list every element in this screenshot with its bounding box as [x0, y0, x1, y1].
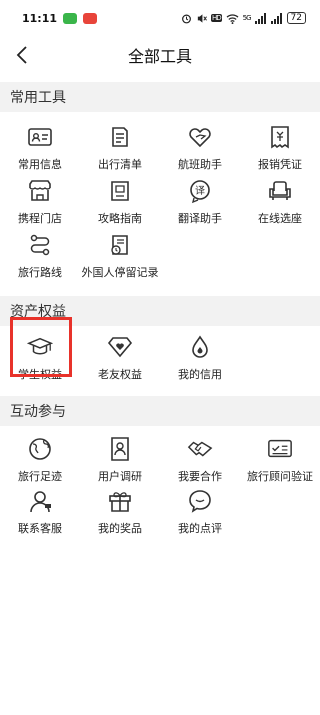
message-app-icon [63, 12, 78, 24]
seat-icon [267, 178, 293, 204]
tool-label: 外国人停留记录 [81, 266, 159, 279]
tool-label: 攻略指南 [98, 212, 142, 225]
tool-label: 常用信息 [18, 158, 62, 171]
signal-type: 5G [242, 14, 252, 22]
tool-reimbursement[interactable]: 报销凭证 [240, 120, 320, 172]
advisor-verify-icon [267, 436, 293, 462]
tool-advisor-verification[interactable]: 旅行顾问验证 [240, 432, 320, 484]
highlight-box [10, 317, 72, 377]
section-header-interaction: 互动参与 [0, 396, 320, 426]
tool-label: 旅行路线 [18, 266, 62, 279]
diamond-heart-icon [107, 334, 133, 360]
checklist-icon [107, 124, 133, 150]
plane-heart-icon [187, 124, 213, 150]
tool-label: 出行清单 [98, 158, 142, 171]
tool-translate[interactable]: 译 翻译助手 [160, 174, 240, 226]
page-title: 全部工具 [127, 47, 192, 66]
tool-label: 旅行顾问验证 [247, 470, 313, 483]
tool-my-credit[interactable]: 我的信用 [160, 330, 240, 382]
globe-icon [27, 436, 53, 462]
signal-icon-2 [270, 12, 282, 24]
stay-record-icon [107, 232, 133, 258]
tool-label: 航班助手 [178, 158, 222, 171]
status-bar: 11:11 HD 5G 72 [0, 0, 320, 36]
tool-foreigner-stay-record[interactable]: 外国人停留记录 [80, 228, 160, 280]
tool-my-reviews[interactable]: 我的点评 [160, 484, 240, 536]
tool-travel-guide[interactable]: 攻略指南 [80, 174, 160, 226]
mute-icon [197, 13, 207, 23]
tool-seat-selection[interactable]: 在线选座 [240, 174, 320, 226]
tool-user-survey[interactable]: 用户调研 [80, 432, 160, 484]
tool-label: 我要合作 [178, 470, 222, 483]
tool-travel-checklist[interactable]: 出行清单 [80, 120, 160, 172]
translate-icon: 译 [187, 178, 213, 204]
section-header-common: 常用工具 [0, 82, 320, 112]
tool-label: 我的信用 [178, 368, 222, 381]
tool-label: 在线选座 [258, 212, 302, 225]
handshake-icon [187, 436, 213, 462]
receipt-icon [267, 124, 293, 150]
customer-service-icon [27, 488, 53, 514]
tool-cooperation[interactable]: 我要合作 [160, 432, 240, 484]
comment-icon [187, 488, 213, 514]
store-icon [27, 178, 53, 204]
guide-book-icon [107, 178, 133, 204]
notification-app-icon [83, 12, 98, 24]
route-icon [27, 232, 53, 258]
tool-travel-footprint[interactable]: 旅行足迹 [0, 432, 80, 484]
tool-label: 我的奖品 [98, 522, 142, 535]
credit-drop-icon [187, 334, 213, 360]
back-button[interactable] [8, 41, 36, 69]
nav-bar: 全部工具 [0, 36, 320, 74]
tool-flight-assistant[interactable]: 航班助手 [160, 120, 240, 172]
id-card-icon [27, 124, 53, 150]
signal-icon-1 [254, 12, 266, 24]
status-time: 11:11 [22, 11, 58, 25]
gift-icon [107, 488, 133, 514]
status-left: 11:11 [22, 11, 98, 25]
tool-label: 旅行足迹 [18, 470, 62, 483]
tool-label: 联系客服 [18, 522, 62, 535]
tool-label: 翻译助手 [178, 212, 222, 225]
alarm-icon [182, 14, 191, 23]
tool-label: 我的点评 [178, 522, 222, 535]
survey-icon [107, 436, 133, 462]
tool-travel-route[interactable]: 旅行路线 [0, 228, 80, 280]
tool-common-info[interactable]: 常用信息 [0, 120, 80, 172]
tool-old-friend-benefits[interactable]: 老友权益 [80, 330, 160, 382]
wifi-icon [226, 13, 239, 24]
tool-contact-service[interactable]: 联系客服 [0, 484, 80, 536]
battery-indicator: 72 [286, 12, 306, 24]
hd-indicator: HD [211, 14, 222, 22]
tool-label: 老友权益 [98, 368, 142, 381]
tool-label: 用户调研 [98, 470, 142, 483]
tool-my-prizes[interactable]: 我的奖品 [80, 484, 160, 536]
status-right: HD 5G 72 [181, 12, 306, 24]
chevron-left-icon [16, 46, 27, 64]
tool-ctrip-store[interactable]: 携程门店 [0, 174, 80, 226]
tool-label: 携程门店 [18, 212, 62, 225]
svg-text:译: 译 [195, 185, 205, 197]
tool-label: 报销凭证 [258, 158, 302, 171]
